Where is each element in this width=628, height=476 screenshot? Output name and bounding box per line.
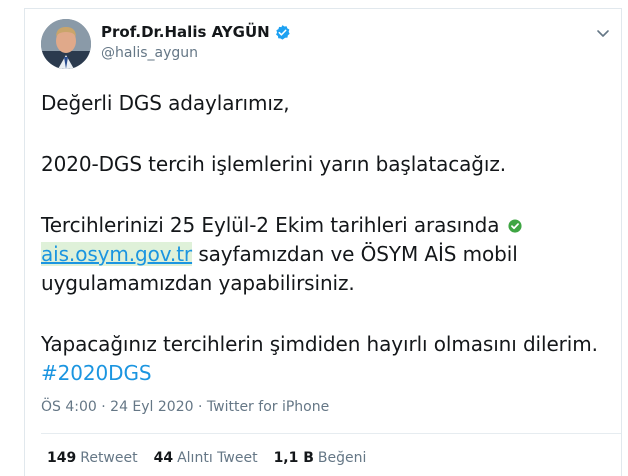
tweet-paragraph: Tercihlerinizi 25 Eylül-2 Ekim tarihleri… [41, 211, 611, 298]
verified-badge-icon [275, 24, 290, 40]
quote-count: 44 [153, 450, 174, 466]
name-row: Prof.Dr.Halis AYGÜN [101, 23, 291, 41]
retweet-stat[interactable]: 149 Retweet [47, 450, 138, 466]
tweet-line: Değerli DGS adaylarımız, [41, 91, 290, 115]
tweet-stats: 149 Retweet 44 Alıntı Tweet 1,1 B Beğeni [47, 450, 366, 466]
tweet-source[interactable]: Twitter for iPhone [207, 399, 329, 415]
avatar[interactable] [41, 19, 91, 69]
display-name[interactable]: Prof.Dr.Halis AYGÜN [101, 23, 270, 41]
meta-separator: · [101, 399, 106, 415]
handle[interactable]: @halis_aygun [101, 45, 198, 61]
quote-label: Alıntı Tweet [177, 450, 258, 466]
chevron-down-icon[interactable] [595, 25, 611, 41]
like-count: 1,1 B [273, 450, 314, 466]
tweet-meta: ÖS 4:00 · 24 Eyl 2020 · Twitter for iPho… [41, 399, 329, 415]
tweet-line: Yapacağınız tercihlerin şimdiden hayırlı… [41, 332, 598, 356]
profile-photo-icon [41, 19, 91, 69]
check-mark-emoji-icon [508, 219, 522, 233]
retweet-label: Retweet [80, 450, 138, 466]
quote-tweet-stat[interactable]: 44 Alıntı Tweet [154, 450, 258, 466]
meta-separator: · [197, 399, 203, 415]
tweet-line: Tercihlerinizi 25 Eylül-2 Ekim tarihleri… [41, 213, 500, 237]
osym-link[interactable]: ais.osym.gov.tr [41, 242, 192, 266]
tweet-line: 2020-DGS tercih işlemlerini yarın başlat… [41, 152, 506, 176]
retweet-count: 149 [47, 450, 77, 466]
tweet-text: Değerli DGS adaylarımız, 2020-DGS tercih… [41, 89, 611, 388]
hashtag-link[interactable]: #2020DGS [41, 361, 152, 385]
like-stat[interactable]: 1,1 B Beğeni [274, 450, 367, 466]
tweet-card: Prof.Dr.Halis AYGÜN @halis_aygun Değerli… [24, 8, 622, 476]
tweet-time[interactable]: ÖS 4:00 [41, 399, 97, 415]
divider [41, 433, 621, 434]
like-label: Beğeni [317, 450, 367, 466]
tweet-date[interactable]: 24 Eyl 2020 [110, 399, 193, 415]
